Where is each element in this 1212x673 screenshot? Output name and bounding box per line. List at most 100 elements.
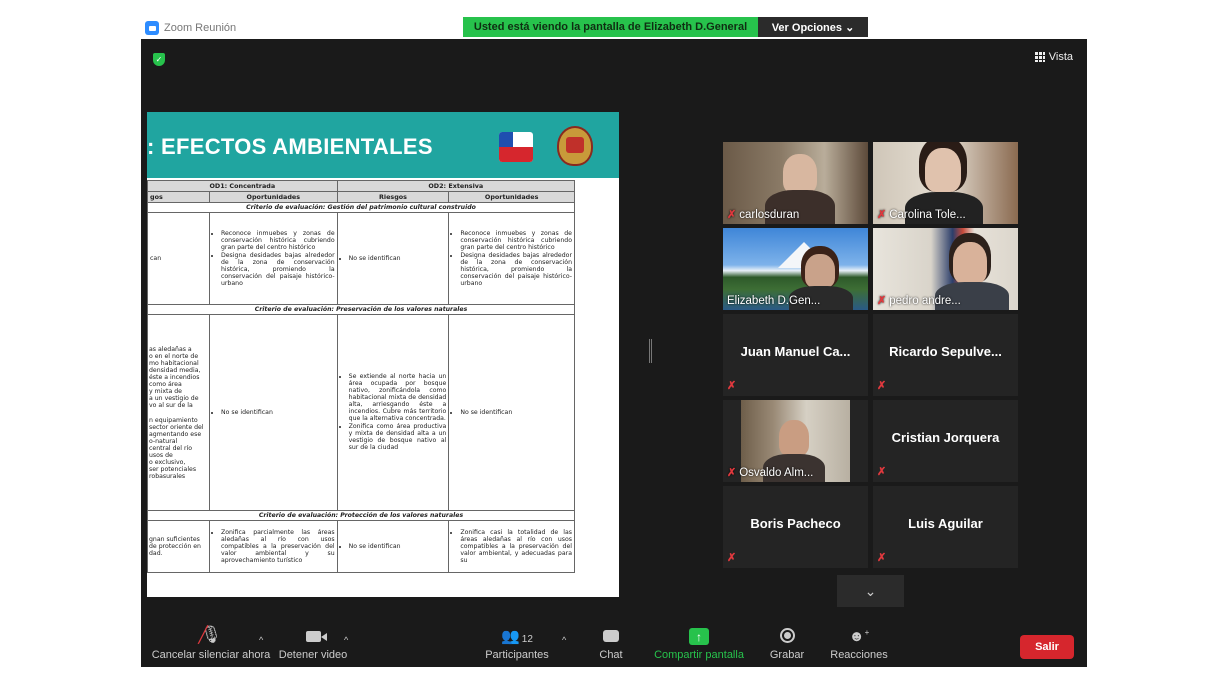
share-label: Compartir pantalla <box>654 649 744 661</box>
stop-video-button[interactable]: Detener video ^ <box>278 615 348 661</box>
criterion-row: Criterio de evaluación: Preservación de … <box>147 304 575 315</box>
table-cell: Reconoce inmuebes y zonas de conservació… <box>208 212 338 305</box>
participant-tile-pedro[interactable]: ✗ pedro andre... <box>873 228 1018 310</box>
cell-line <box>149 409 208 417</box>
effects-table: OD1: Concentrada OD2: Extensiva gos Opor… <box>147 180 576 573</box>
participant-name: ✗ pedro andre... <box>877 294 961 308</box>
participant-name: ✗ Carolina Tole... <box>877 208 966 222</box>
video-options-caret-icon[interactable]: ^ <box>344 635 348 645</box>
table-cell: No se identifican <box>336 520 450 573</box>
mic-muted-icon: ✗ <box>877 209 887 221</box>
mic-muted-icon: ✗ <box>877 466 887 478</box>
participant-tile-carlosduran[interactable]: ✗ carlosduran <box>723 142 868 224</box>
mic-muted-icon: ✗ <box>877 380 887 392</box>
record-label: Grabar <box>769 649 805 661</box>
table-cell: No se identifican <box>208 314 338 511</box>
cell-line: o exclusivo, <box>149 458 186 466</box>
participants-button[interactable]: 👥 12 Participantes ^ <box>484 615 566 661</box>
cell-line: ser potenciales <box>149 465 197 473</box>
view-toggle-button[interactable]: Vista <box>1034 51 1073 63</box>
participant-name: Luis Aguilar <box>908 516 983 531</box>
list-item: Reconoce inmuebes y zonas de conservació… <box>221 230 335 251</box>
table-cell: Reconoce inmuebes y zonas de conservació… <box>448 212 575 305</box>
participant-name: Elizabeth D.Gen... <box>727 295 821 307</box>
reactions-button[interactable]: ☻+ Reacciones <box>829 615 889 661</box>
record-button[interactable]: Grabar <box>767 615 807 661</box>
cell-line: éste a incendios <box>149 373 200 381</box>
gallery-next-page-button[interactable]: ⌄ <box>837 575 904 607</box>
cell-line: a un vestigio de <box>149 394 199 402</box>
participant-name: Juan Manuel Ca... <box>740 344 851 359</box>
participant-tile-luis[interactable]: Luis Aguilar ✗ <box>873 486 1018 568</box>
slide-header: : EFECTOS AMBIENTALES <box>147 112 619 178</box>
audio-options-caret-icon[interactable]: ^ <box>259 635 263 645</box>
unmute-label: Cancelar silenciar ahora <box>151 649 271 661</box>
share-screen-button[interactable]: ↑ Compartir pantalla <box>653 615 745 661</box>
table-cell: No se identifican <box>336 212 450 305</box>
col-riesgos-2: Riesgos <box>336 191 450 203</box>
mic-muted-icon: ✗ <box>877 552 887 564</box>
list-item: Reconoce inmuebes y zonas de conservació… <box>460 230 572 251</box>
criterion-row: Criterio de evaluación: Protección de lo… <box>147 510 575 521</box>
mic-muted-icon: ✗ <box>877 295 887 307</box>
list-item: Designa desidades bajas alrededor de la … <box>221 252 335 287</box>
security-shield-icon[interactable]: ✓ <box>153 53 165 66</box>
criterion-row: Criterio de evaluación: Gestión del patr… <box>147 202 575 213</box>
participant-video <box>783 154 817 194</box>
mic-muted-icon: ✗ <box>727 552 737 564</box>
table-cell: Zonifica parcialmente las áreas aledañas… <box>208 520 338 573</box>
col-oportunidades-1: Oportunidades <box>208 191 338 203</box>
screen-share-banner: Usted está viendo la pantalla de Elizabe… <box>463 17 758 37</box>
cell-line: como área <box>149 380 182 388</box>
mic-muted-icon: ✗ <box>727 209 737 221</box>
participant-tile-boris[interactable]: Boris Pacheco ✗ <box>723 486 868 568</box>
participants-label: Participantes <box>485 649 549 661</box>
grid-icon <box>1034 52 1045 62</box>
cell-line: de protección en <box>149 543 201 550</box>
chat-bubble-icon <box>603 615 619 645</box>
cell-line: central del río <box>149 444 193 452</box>
participant-tile-elizabeth[interactable]: Elizabeth D.Gen... <box>723 228 868 310</box>
participant-name: Cristian Jorquera <box>891 430 1000 445</box>
unmute-button[interactable]: 🎙 ╱ Cancelar silenciar ahora ^ <box>149 615 273 661</box>
record-icon <box>779 615 795 645</box>
cell-line: gnan suficientes <box>149 536 200 543</box>
video-camera-icon <box>305 615 327 645</box>
participant-tile-osvaldo[interactable]: ✗ Osvaldo Alm... <box>723 400 868 482</box>
view-options-button[interactable]: Ver Opciones ⌄ <box>758 17 868 37</box>
chat-button[interactable]: Chat <box>593 615 629 661</box>
microphone-muted-icon: 🎙 ╱ <box>198 625 222 644</box>
government-logo <box>499 132 533 162</box>
list-item: Zonifica casi la totalidad de las áreas … <box>460 529 572 564</box>
participant-tile-cristian[interactable]: Cristian Jorquera ✗ <box>873 400 1018 482</box>
chat-label: Chat <box>599 649 623 661</box>
participants-options-caret-icon[interactable]: ^ <box>562 635 566 645</box>
od1-header: OD1: Concentrada <box>147 180 338 192</box>
participant-video <box>779 420 809 456</box>
table-cell: can <box>147 212 210 305</box>
cell-line: mo habitacional <box>149 359 199 367</box>
participant-video <box>953 242 987 284</box>
list-item: No se identifican <box>460 409 572 416</box>
participant-tile-juan[interactable]: Juan Manuel Ca... ✗ <box>723 314 868 396</box>
smiley-plus-icon: ☻+ <box>848 628 870 645</box>
cell-line: o-natural <box>149 437 178 445</box>
participant-tile-carolina[interactable]: ✗ Carolina Tole... <box>873 142 1018 224</box>
cell-line: dad. <box>149 550 163 557</box>
municipal-seal-logo <box>557 126 593 166</box>
participant-name: Ricardo Sepulve... <box>889 344 1002 359</box>
cell-line: agmentando ese <box>149 430 202 438</box>
window-title: Zoom Reunión <box>164 22 237 34</box>
cell-line: sector oriente del <box>149 423 204 431</box>
cell-line: vo al sur de la <box>149 401 193 409</box>
participant-video <box>805 254 835 288</box>
mic-muted-icon: ✗ <box>727 467 737 479</box>
participant-tile-ricardo[interactable]: Ricardo Sepulve... ✗ <box>873 314 1018 396</box>
mic-muted-icon: ✗ <box>727 380 737 392</box>
list-item: Se extiende al norte hacia un área ocupa… <box>349 373 447 422</box>
participants-icon: 👥 12 <box>501 628 533 645</box>
split-handle[interactable] <box>649 339 652 363</box>
participants-count: 12 <box>521 634 533 645</box>
view-label: Vista <box>1048 51 1073 63</box>
leave-meeting-button[interactable]: Salir <box>1020 635 1074 659</box>
